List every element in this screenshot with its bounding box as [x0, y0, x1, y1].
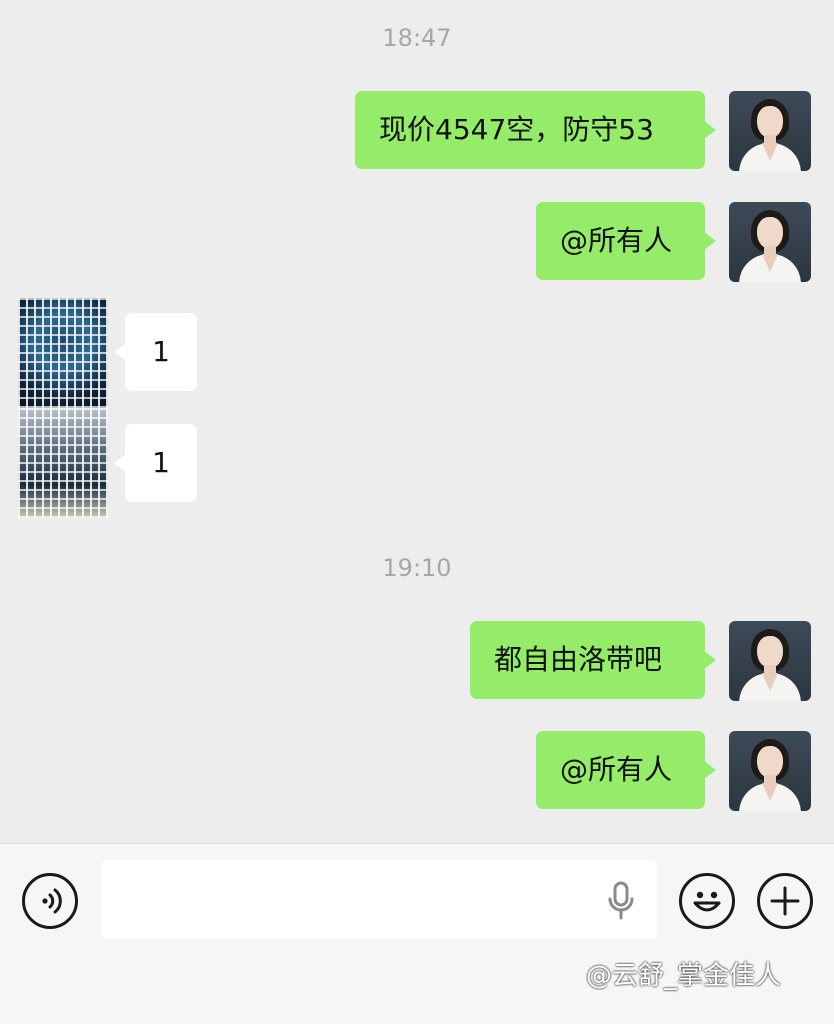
voice-button[interactable] [22, 873, 78, 929]
message-bubble-outgoing[interactable]: @所有人 [536, 731, 716, 809]
my-avatar[interactable] [729, 202, 811, 282]
message-text: @所有人 [560, 224, 673, 257]
message-bubble-incoming[interactable]: 1 [114, 313, 197, 391]
watermark: @云舒_掌金佳人 [586, 961, 782, 991]
timestamp: 18:47 [382, 24, 452, 52]
message-text: 都自由洛带吧 [494, 643, 663, 676]
my-avatar[interactable] [729, 731, 811, 811]
voice-icon [42, 888, 62, 914]
message-bubble-incoming[interactable]: 1 [114, 424, 197, 502]
message-text: @所有人 [560, 753, 673, 786]
contact-avatar[interactable] [18, 408, 108, 518]
my-avatar[interactable] [729, 91, 811, 171]
message-bubble-outgoing[interactable]: 现价4547空，防守53 [355, 91, 716, 169]
contact-avatar[interactable] [18, 298, 108, 408]
input-bar [0, 843, 834, 1024]
emoji-button[interactable] [679, 873, 735, 929]
message-text: 1 [152, 335, 170, 368]
my-avatar[interactable] [729, 621, 811, 701]
message-text: 现价4547空，防守53 [379, 113, 654, 146]
more-button[interactable] [757, 873, 813, 929]
message-text: 1 [152, 446, 170, 479]
microphone-icon[interactable] [605, 881, 637, 921]
emoji-icon [693, 891, 721, 912]
message-bubble-outgoing[interactable]: 都自由洛带吧 [470, 621, 716, 699]
timestamp: 19:10 [382, 554, 452, 582]
message-bubble-outgoing[interactable]: @所有人 [536, 202, 716, 280]
plus-icon [770, 886, 800, 916]
message-input[interactable] [101, 860, 657, 939]
chat-area[interactable]: 18:47 现价4547空，防守53 @所有人 1 1 19:10 都自由洛带吧… [0, 0, 834, 843]
